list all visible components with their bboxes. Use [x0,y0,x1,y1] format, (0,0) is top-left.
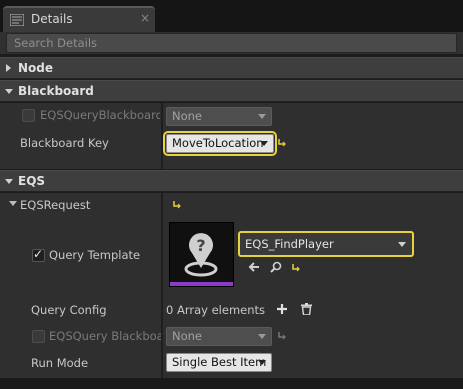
asset-name: EQS_FindPlayer [245,237,334,251]
combo-value: MoveToLocation [172,136,264,150]
query-template-checkbox[interactable] [32,247,45,262]
reset-to-default-icon[interactable] [278,331,287,340]
expand-arrow-icon [6,64,11,72]
category-label: Blackboard [18,84,94,98]
close-icon[interactable]: × [140,11,150,25]
category-node[interactable]: Node [0,57,463,79]
column-divider [161,103,163,169]
category-label: EQS [18,174,46,188]
run-mode-combo[interactable]: Single Best Item [166,353,272,372]
collapse-arrow-icon [5,179,13,184]
search-row [0,32,463,54]
query-template-label: Query Template [49,248,141,262]
eqs-query-blackboard-label: EQSQuery Blackboard [49,329,161,343]
details-icon [10,14,24,26]
eqs-query-blackboard-checkbox[interactable] [32,330,45,343]
blackboard-key-label: Blackboard Key [20,136,109,150]
search-input[interactable] [6,33,457,53]
category-blackboard[interactable]: Blackboard [0,80,463,102]
use-selected-asset-icon[interactable] [248,262,260,272]
query-template-asset-combo[interactable]: EQS_FindPlayer [238,231,414,257]
browse-asset-icon[interactable] [270,261,282,273]
array-count: 0 Array elements [166,303,266,317]
chevron-down-icon [258,114,266,119]
eqs-asset-icon: ? [184,233,218,277]
chevron-down-icon [398,242,406,247]
panel-bottom [0,378,463,389]
category-eqs[interactable]: EQS [0,170,463,192]
reset-to-default-icon[interactable] [173,200,182,209]
category-label: Node [18,61,54,75]
eqs-query-blackboard-key-checkbox[interactable] [22,109,35,122]
combo-value: None [172,109,203,123]
collapse-arrow-icon [5,89,13,94]
query-config-label: Query Config [31,303,107,317]
blackboard-key-combo[interactable]: MoveToLocation [163,131,277,156]
asset-type-bar [170,282,233,286]
tab-bar: Details × [0,0,463,32]
details-tab[interactable]: Details × [3,6,155,32]
combo-value: Single Best Item [172,355,267,369]
column-divider [161,193,163,378]
eqs-query-blackboard-key-combo[interactable]: None [166,107,272,126]
eqs-request-label: EQSRequest [20,198,91,212]
svg-text:?: ? [196,236,205,255]
eqs-query-blackboard-combo[interactable]: None [166,327,272,346]
add-element-icon[interactable] [276,303,288,315]
collapse-arrow-icon[interactable] [9,201,17,206]
tab-title: Details [31,12,73,26]
combo-value: None [172,329,203,343]
reset-to-default-icon[interactable] [292,263,301,272]
reset-to-default-icon[interactable] [278,138,287,147]
run-mode-label: Run Mode [31,356,89,370]
asset-thumbnail[interactable]: ? [169,222,234,287]
eqs-query-blackboard-key-label: EQSQueryBlackboardKe [40,108,160,122]
chevron-down-icon [258,360,266,365]
chevron-down-icon [258,334,266,339]
chevron-down-icon [260,141,268,146]
trash-icon[interactable] [301,303,312,315]
